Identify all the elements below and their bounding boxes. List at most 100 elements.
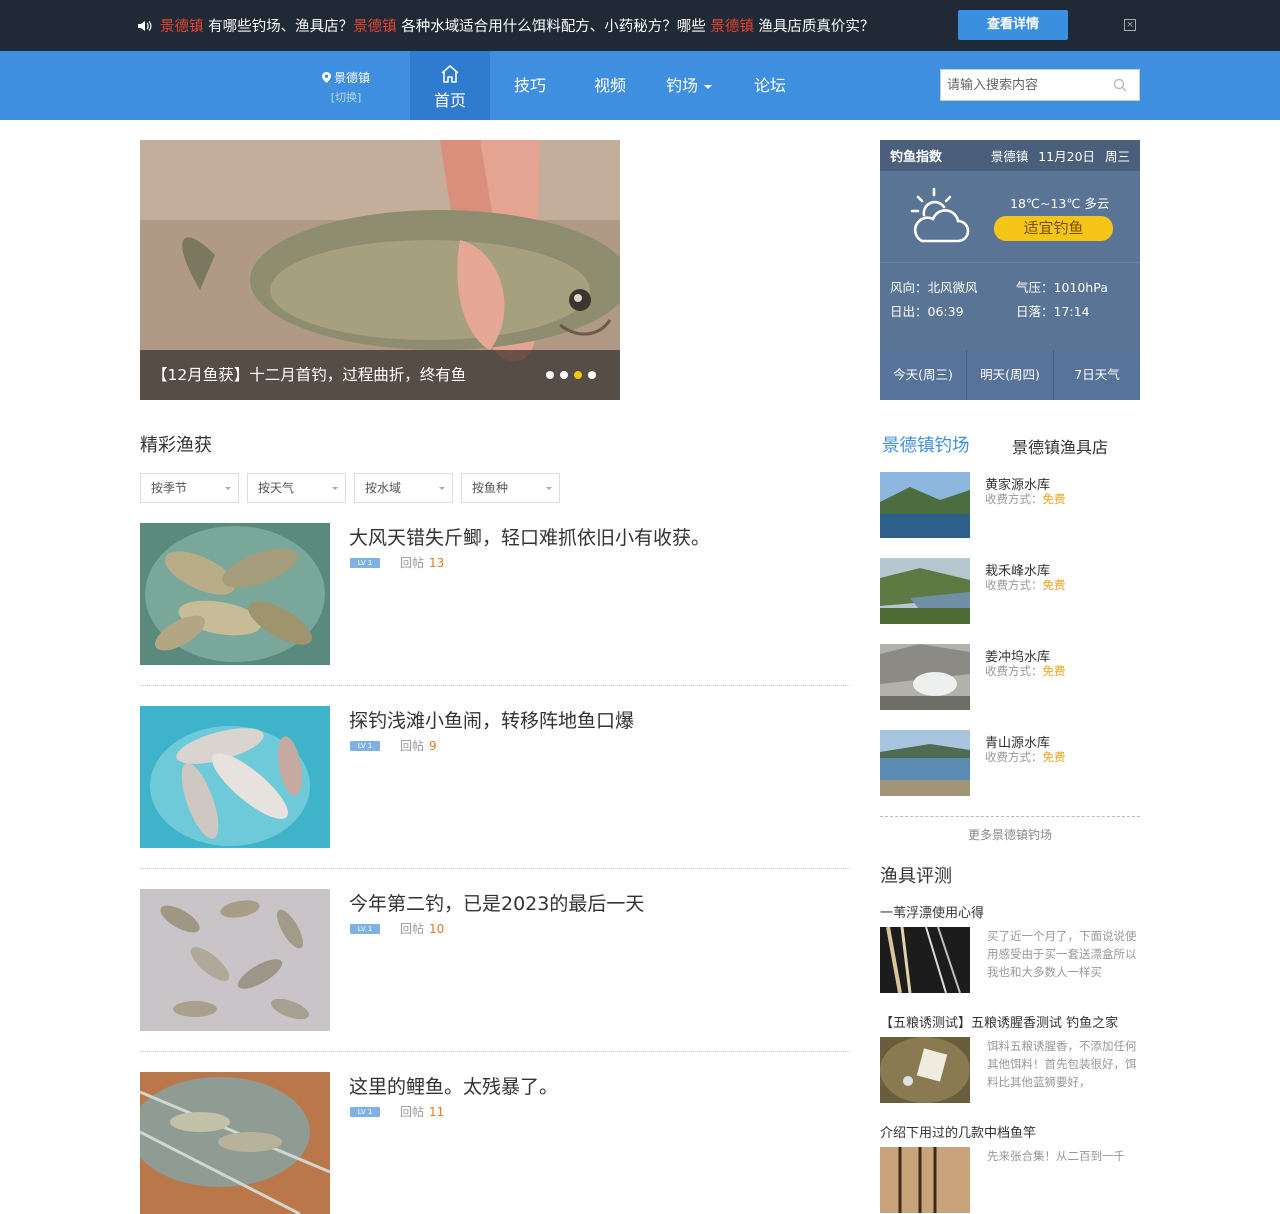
spot-fee: 收费方式：免费 — [985, 749, 1066, 765]
post-meta: LV 1 回帖 9 — [350, 737, 437, 754]
review-item[interactable]: 买了近一个月了，下面说说使用感受由于买一套送漂盒所以我也和大多数人一样买 — [880, 927, 1140, 993]
post-title[interactable]: 大风天错失斤鲫，轻口难抓依旧小有收获。 — [349, 523, 710, 550]
spot-thumbnail[interactable] — [880, 644, 970, 710]
reply-count: 10 — [429, 921, 445, 936]
fee-value: 免费 — [1042, 750, 1066, 764]
post-item[interactable]: 大风天错失斤鲫，轻口难抓依旧小有收获。 LV 1 回帖 13 — [140, 523, 850, 665]
sunrise-info: 日出：06:39 — [890, 304, 964, 319]
filter-water[interactable]: 按水域 — [354, 473, 453, 503]
review-thumbnail[interactable] — [880, 927, 970, 993]
featured-carousel[interactable]: 【12月鱼获】十二月首钓，过程曲折，终有鱼 — [140, 140, 620, 400]
post-item[interactable]: 今年第二钓，已是2023的最后一天 LV 1 回帖 10 — [140, 889, 850, 1031]
fee-label: 收费方式： — [985, 664, 1043, 678]
more-spots-link[interactable]: 更多景德镇钓场 — [880, 826, 1140, 843]
nav-home-label: 首页 — [433, 91, 466, 110]
post-item[interactable]: 探钓浅滩小鱼闹，转移阵地鱼口爆 LV 1 回帖 9 — [140, 706, 850, 848]
level-badge: LV 1 — [350, 557, 380, 568]
nav-skills[interactable]: 技巧 — [514, 51, 546, 120]
close-icon[interactable]: × — [1124, 19, 1136, 31]
review-excerpt: 买了近一个月了，下面说说使用感受由于买一套送漂盒所以我也和大多数人一样买 — [987, 929, 1137, 979]
post-title[interactable]: 探钓浅滩小鱼闹，转移阵地鱼口爆 — [349, 706, 634, 733]
review-heading[interactable]: 介绍下用过的几款中档鱼竿 — [880, 1122, 1036, 1141]
post-meta: LV 1 回帖 10 — [350, 920, 444, 937]
post-title[interactable]: 这里的鲤鱼。太残暴了。 — [349, 1072, 558, 1099]
fishing-index-widget: 钓鱼指数 景德镇 11月20日 周三 18℃~13℃ 多云 适宜钓鱼 风向：北风… — [880, 140, 1140, 400]
spot-fee: 收费方式：免费 — [985, 577, 1066, 593]
search-input[interactable] — [941, 71, 1111, 99]
fee-value: 免费 — [1042, 664, 1066, 678]
wind-info: 风向：北风微风 — [890, 280, 978, 295]
review-thumbnail[interactable] — [880, 1037, 970, 1103]
view-details-button[interactable]: 查看详情 — [958, 10, 1068, 40]
carousel-dot-active[interactable] — [574, 371, 582, 379]
fishing-index-header: 钓鱼指数 景德镇 11月20日 周三 — [880, 140, 1140, 171]
fee-label: 收费方式： — [985, 492, 1043, 506]
fee-value: 免费 — [1042, 578, 1066, 592]
post-title[interactable]: 今年第二钓，已是2023的最后一天 — [349, 889, 644, 916]
search-box — [940, 69, 1140, 101]
fee-label: 收费方式： — [985, 750, 1043, 764]
chevron-down-icon — [332, 487, 338, 490]
spot-fee: 收费方式：免费 — [985, 491, 1066, 507]
tab-tackle-shops[interactable]: 景德镇渔具店 — [1012, 434, 1108, 458]
speaker-icon — [138, 20, 152, 31]
main-nav: 景德镇 [切换] 首页 技巧 视频 钓场 论坛 — [0, 51, 1280, 120]
fishing-suitability-badge: 适宜钓鱼 — [994, 216, 1113, 241]
search-icon[interactable] — [1113, 78, 1127, 92]
spot-thumbnail[interactable] — [880, 472, 970, 538]
review-item[interactable]: 饵料五粮诱腥香，不添加任何其他饵料！首先包装很好，饵料比其他蓝狮要好， — [880, 1037, 1140, 1103]
tab-today[interactable]: 今天(周三) — [880, 350, 966, 400]
spot-thumbnail[interactable] — [880, 558, 970, 624]
spot-item[interactable]: 栽禾峰水库 收费方式：免费 — [880, 558, 1140, 624]
tab-fishing-spots[interactable]: 景德镇钓场 — [882, 432, 970, 457]
post-thumbnail[interactable] — [140, 523, 330, 665]
post-thumbnail[interactable] — [140, 706, 330, 848]
nav-fishing-spots[interactable]: 钓场 — [666, 51, 713, 120]
section-title-reviews: 渔具评测 — [880, 866, 952, 887]
filter-bar: 按季节 按天气 按水域 按鱼种 — [140, 473, 560, 503]
review-excerpt: 饵料五粮诱腥香，不添加任何其他饵料！首先包装很好，饵料比其他蓝狮要好， — [987, 1039, 1137, 1089]
nav-video[interactable]: 视频 — [594, 51, 626, 120]
carousel-dot[interactable] — [546, 371, 554, 379]
location-selector[interactable]: 景德镇 [切换] — [318, 69, 374, 105]
switch-city-link[interactable]: [切换] — [318, 89, 374, 105]
post-thumbnail[interactable] — [140, 1072, 330, 1214]
carousel-dots — [546, 371, 596, 379]
announcement-text: 景德镇 有哪些钓场、渔具店？景德镇 各种水域适合用什么饵料配方、小药秘方？哪些 … — [160, 19, 875, 35]
post-meta: LV 1 回帖 13 — [350, 554, 444, 571]
post-thumbnail[interactable] — [140, 889, 330, 1031]
reply-label: 回帖 — [400, 739, 425, 753]
spot-item[interactable]: 姜冲坞水库 收费方式：免费 — [880, 644, 1140, 710]
review-heading[interactable]: 一苇浮漂使用心得 — [880, 902, 984, 921]
tab-7day[interactable]: 7日天气 — [1053, 350, 1140, 400]
carousel-dot[interactable] — [588, 371, 596, 379]
location-pin-icon — [321, 72, 331, 83]
filter-season[interactable]: 按季节 — [140, 473, 239, 503]
level-badge: LV 1 — [350, 1106, 380, 1117]
post-item[interactable]: 这里的鲤鱼。太残暴了。 LV 1 回帖 11 — [140, 1072, 850, 1214]
filter-water-label: 按水域 — [365, 481, 402, 495]
filter-weather[interactable]: 按天气 — [247, 473, 346, 503]
filter-species[interactable]: 按鱼种 — [461, 473, 560, 503]
weather-date: 景德镇 11月20日 周三 — [990, 149, 1130, 164]
temperature-text: 18℃~13℃ 多云 — [1010, 196, 1110, 211]
section-title-catches: 精彩渔获 — [140, 435, 212, 456]
chevron-down-icon — [546, 487, 552, 490]
chevron-down-icon — [439, 487, 445, 490]
spot-item[interactable]: 青山源水库 收费方式：免费 — [880, 730, 1140, 796]
nav-forum[interactable]: 论坛 — [754, 51, 786, 120]
reply-count: 13 — [429, 555, 445, 570]
filter-species-label: 按鱼种 — [472, 481, 509, 495]
review-heading[interactable]: 【五粮诱测试】五粮诱腥香测试 钓鱼之家 — [880, 1012, 1118, 1031]
carousel-dot[interactable] — [560, 371, 568, 379]
spot-thumbnail[interactable] — [880, 730, 970, 796]
review-thumbnail[interactable] — [880, 1147, 970, 1213]
reply-label: 回帖 — [400, 922, 425, 936]
nav-home[interactable]: 首页 — [410, 51, 490, 120]
fee-label: 收费方式： — [985, 578, 1043, 592]
review-item[interactable]: 先来张合集！从二百到一千 — [880, 1147, 1140, 1213]
divider — [140, 1051, 850, 1052]
tab-tomorrow[interactable]: 明天(周四) — [966, 350, 1053, 400]
announcement-bar: 景德镇 有哪些钓场、渔具店？景德镇 各种水域适合用什么饵料配方、小药秘方？哪些 … — [0, 0, 1280, 51]
spot-item[interactable]: 黄家源水库 收费方式：免费 — [880, 472, 1140, 538]
